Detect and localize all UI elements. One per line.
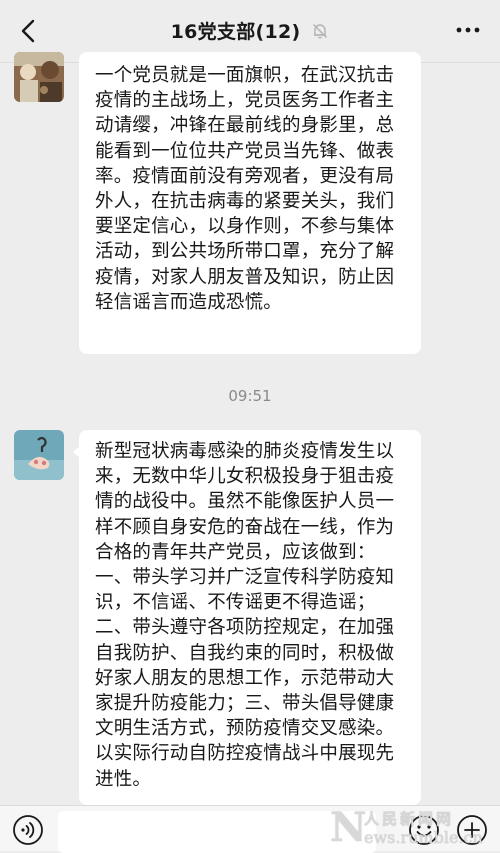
message-bubble[interactable]: 新型冠状病毒感染的肺炎疫情发生以来，无数中华儿女积极投身于狙击疫情的战役中。虽然…: [73, 430, 421, 805]
avatar-photo: [14, 52, 64, 102]
more-dots-icon[interactable]: [454, 20, 482, 40]
message-input[interactable]: [58, 811, 376, 853]
message-text: 一个党员就是一面旗帜，在武汉抗击疫情的主战场上，党员医务工作者主动请缨，冲锋在最…: [95, 65, 395, 313]
avatar[interactable]: [14, 52, 64, 102]
timestamp: 09:51: [228, 387, 272, 405]
plus-icon[interactable]: [456, 814, 488, 846]
avatar[interactable]: [14, 430, 64, 480]
message-bubble[interactable]: 一个党员就是一面旗帜，在武汉抗击疫情的主战场上，党员医务工作者主动请缨，冲锋在最…: [79, 52, 421, 354]
chat-title: 16党支部(12): [0, 17, 500, 44]
message-text: 新型冠状病毒感染的肺炎疫情发生以来，无数中华儿女积极投身于狙击疫情的战役中。虽然…: [95, 441, 395, 790]
emoji-icon[interactable]: [408, 814, 440, 846]
voice-icon[interactable]: [12, 814, 44, 846]
chat-title-text: 16党支部(12): [170, 21, 301, 43]
avatar-photo: [14, 430, 64, 480]
input-bar: [0, 805, 500, 853]
bell-off-icon: [313, 24, 328, 39]
